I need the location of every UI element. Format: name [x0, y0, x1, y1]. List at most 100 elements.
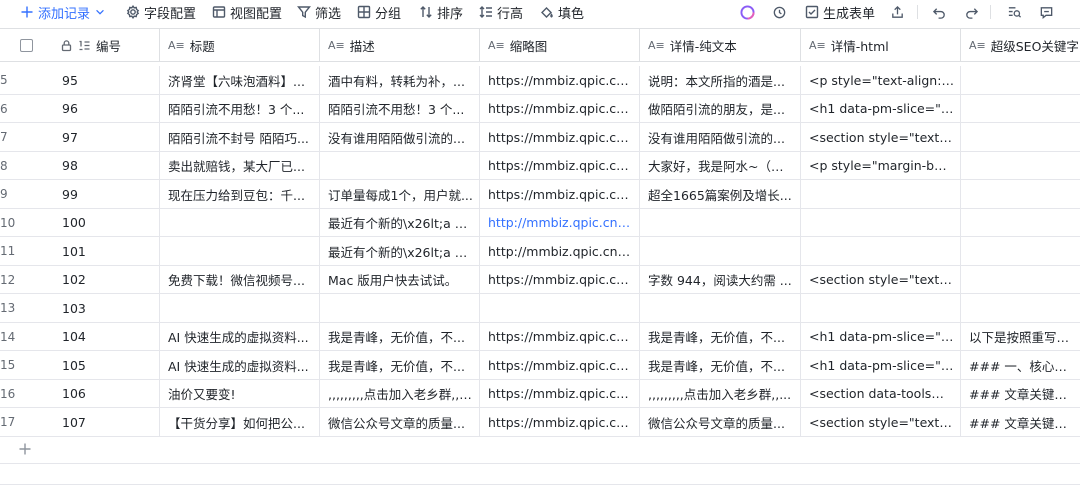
table-row[interactable]: 7 97 陌陌引流不封号 陌陌巧... 没有谁用陌陌做引流的... https://mm… [0, 123, 1080, 152]
column-header-html[interactable]: A≡ 详情-html [801, 29, 961, 62]
column-header-id[interactable]: 编号 [52, 29, 160, 62]
table-row[interactable]: 14 104 AI 快速生成的虚拟资料... 我是青峰，无价值，不... https:/… [0, 322, 1080, 351]
generate-form-button[interactable]: 生成表单 [805, 2, 875, 22]
cell-thumb[interactable]: http://mmbiz.qpic.cn/sz... [480, 237, 640, 265]
cell-desc[interactable]: Mac 版用户快去试试。 [320, 265, 480, 294]
cell-id[interactable]: 103 [52, 294, 160, 322]
cell-desc[interactable]: 我是青峰，无价值，不... [320, 351, 480, 379]
cell-thumb[interactable]: https://mmbiz.qpic.cn/s... [480, 123, 640, 151]
add-record-button[interactable]: 添加记录 [20, 2, 106, 22]
table-row[interactable]: 9 99 现在压力给到豆包：千... 订单量每成1个，用户就... https://mm… [0, 180, 1080, 209]
cell-html[interactable]: <section style="text-ali... [801, 408, 961, 436]
table-row[interactable]: 16 106 油价又要变! ,,,,,,,,,点击加入老乡群,,,... https:/… [0, 379, 1080, 408]
cell-plain[interactable] [640, 237, 801, 265]
cell-desc[interactable]: 我是青峰，无价值，不... [320, 322, 480, 351]
cell-plain[interactable]: 我是青峰，无价值，不... [640, 351, 801, 379]
cell-html[interactable]: <h1 data-pm-slice="0 0... [801, 322, 961, 351]
cell-html[interactable]: <p style="margin-botto... [801, 151, 961, 180]
cell-seo[interactable] [961, 152, 1080, 180]
search-icon[interactable] [1005, 3, 1023, 21]
add-row[interactable] [0, 436, 1080, 464]
cell-plain[interactable] [640, 208, 801, 237]
cell-desc[interactable]: 陌陌引流不用愁！3 个... [320, 94, 480, 123]
column-header-seo[interactable]: A≡ 超级SEO关键字 [961, 29, 1080, 62]
cell-id[interactable]: 106 [52, 379, 160, 408]
cell-title[interactable] [160, 237, 320, 265]
row-height-button[interactable]: 行高 [479, 2, 523, 22]
cell-title[interactable]: 陌陌引流不用愁！3 个... [160, 94, 320, 123]
cell-seo[interactable] [961, 266, 1080, 294]
cell-title[interactable]: 陌陌引流不封号 陌陌巧... [160, 123, 320, 151]
table-row[interactable]: 8 98 卖出就赔钱，某大厂已... https://mmbiz.qpic.cn/..… [0, 151, 1080, 180]
cell-seo[interactable] [961, 237, 1080, 265]
cell-plain[interactable]: ,,,,,,,,,点击加入老乡群,,... [640, 379, 801, 408]
cell-id[interactable]: 95 [52, 66, 160, 94]
cell-title[interactable]: 现在压力给到豆包：千... [160, 180, 320, 208]
cell-html[interactable]: <h1 data-pm-slice="0 0... [801, 351, 961, 379]
cell-thumb[interactable]: https://mmbiz.qpic.cn/... [480, 151, 640, 180]
undo-icon[interactable] [930, 3, 948, 21]
column-header-title[interactable]: A≡ 标题 [160, 29, 320, 62]
cell-seo[interactable] [961, 95, 1080, 123]
cell-seo[interactable] [961, 123, 1080, 151]
cell-id[interactable]: 104 [52, 322, 160, 351]
cell-html[interactable]: <section style="text-ali... [801, 123, 961, 151]
cell-title[interactable]: 油价又要变! [160, 379, 320, 408]
table-row[interactable]: 13 103 [0, 294, 1080, 323]
cell-id[interactable]: 96 [52, 94, 160, 123]
cell-html[interactable]: <p style="text-align: lef... [801, 66, 961, 94]
cell-id[interactable]: 99 [52, 180, 160, 208]
column-header-desc[interactable]: A≡ 描述 [320, 29, 480, 62]
view-config-button[interactable]: 视图配置 [212, 2, 282, 22]
cell-id[interactable]: 107 [52, 408, 160, 436]
cell-title[interactable]: AI 快速生成的虚拟资料... [160, 351, 320, 379]
cell-thumb[interactable]: https://mmbiz.qpic.cn/... [480, 408, 640, 436]
cell-plain[interactable]: 字数 944，阅读大约需 ... [640, 265, 801, 294]
table-row[interactable]: 10 100 最近有个新的\x26lt;a cl... http://mmbiz.qp… [0, 208, 1080, 237]
cell-title[interactable]: 【干货分享】如何把公... [160, 408, 320, 436]
cell-plain[interactable] [640, 294, 801, 322]
cell-title[interactable] [160, 208, 320, 237]
cell-title[interactable] [160, 294, 320, 322]
column-header-plain[interactable]: A≡ 详情-纯文本 [640, 29, 801, 62]
table-row[interactable]: 17 107 【干货分享】如何把公... 微信公众号文章的质量... https://m… [0, 408, 1080, 437]
cell-desc[interactable]: 微信公众号文章的质量... [320, 408, 480, 436]
field-config-button[interactable]: 字段配置 [126, 2, 196, 22]
fill-color-button[interactable]: 填色 [540, 2, 584, 22]
cell-plain[interactable]: 超全1665篇案例及增长... [640, 180, 801, 208]
cell-html[interactable]: <section data-tools="13... [801, 379, 961, 408]
chevron-down-icon[interactable] [94, 6, 106, 18]
cell-desc[interactable] [320, 294, 480, 322]
cell-desc[interactable]: 最近有个新的\x26lt;a cl... [320, 208, 480, 237]
cell-thumb[interactable] [480, 294, 640, 322]
cell-title[interactable]: 济肾堂【六味泡酒料】... [160, 66, 320, 94]
cell-seo[interactable] [961, 209, 1080, 237]
cell-plain[interactable]: 没有谁用陌陌做引流的... [640, 123, 801, 151]
cell-desc[interactable]: 没有谁用陌陌做引流的... [320, 123, 480, 151]
cell-title[interactable]: 免费下载！微信视频号... [160, 265, 320, 294]
cell-html[interactable]: <section style="text-ali... [801, 265, 961, 294]
cell-id[interactable]: 100 [52, 208, 160, 237]
cell-id[interactable]: 102 [52, 265, 160, 294]
cell-plain[interactable]: 说明：本文所指的酒是... [640, 66, 801, 94]
history-icon[interactable] [770, 3, 788, 21]
cell-id[interactable]: 101 [52, 237, 160, 265]
cell-thumb[interactable]: https://mmbiz.qpic.cn/s... [480, 265, 640, 294]
cell-html[interactable] [801, 208, 961, 237]
cell-id[interactable]: 97 [52, 123, 160, 151]
cell-html[interactable] [801, 180, 961, 208]
cell-thumb[interactable]: https://mmbiz.qpic.cn/... [480, 322, 640, 351]
cell-html[interactable] [801, 237, 961, 265]
ai-assistant-icon[interactable] [738, 3, 756, 21]
table-row[interactable]: 5 95 济肾堂【六味泡酒料】... 酒中有料，转耗为补，... https://mmb… [0, 66, 1080, 95]
cell-title[interactable]: 卖出就赔钱，某大厂已... [160, 151, 320, 180]
sort-button[interactable]: 排序 [419, 2, 463, 22]
cell-desc[interactable] [320, 151, 480, 180]
cell-seo[interactable]: 以下是按照重写说明 [961, 323, 1080, 351]
cell-title[interactable]: AI 快速生成的虚拟资料... [160, 322, 320, 351]
cell-seo[interactable]: ### 文章关键词 1. [961, 380, 1080, 408]
cell-id[interactable]: 98 [52, 151, 160, 180]
group-button[interactable]: 分组 [357, 2, 401, 22]
table-row[interactable]: 15 105 AI 快速生成的虚拟资料... 我是青峰，无价值，不... https:/… [0, 351, 1080, 380]
cell-html[interactable]: <h1 data-pm-slice="0 0... [801, 94, 961, 123]
